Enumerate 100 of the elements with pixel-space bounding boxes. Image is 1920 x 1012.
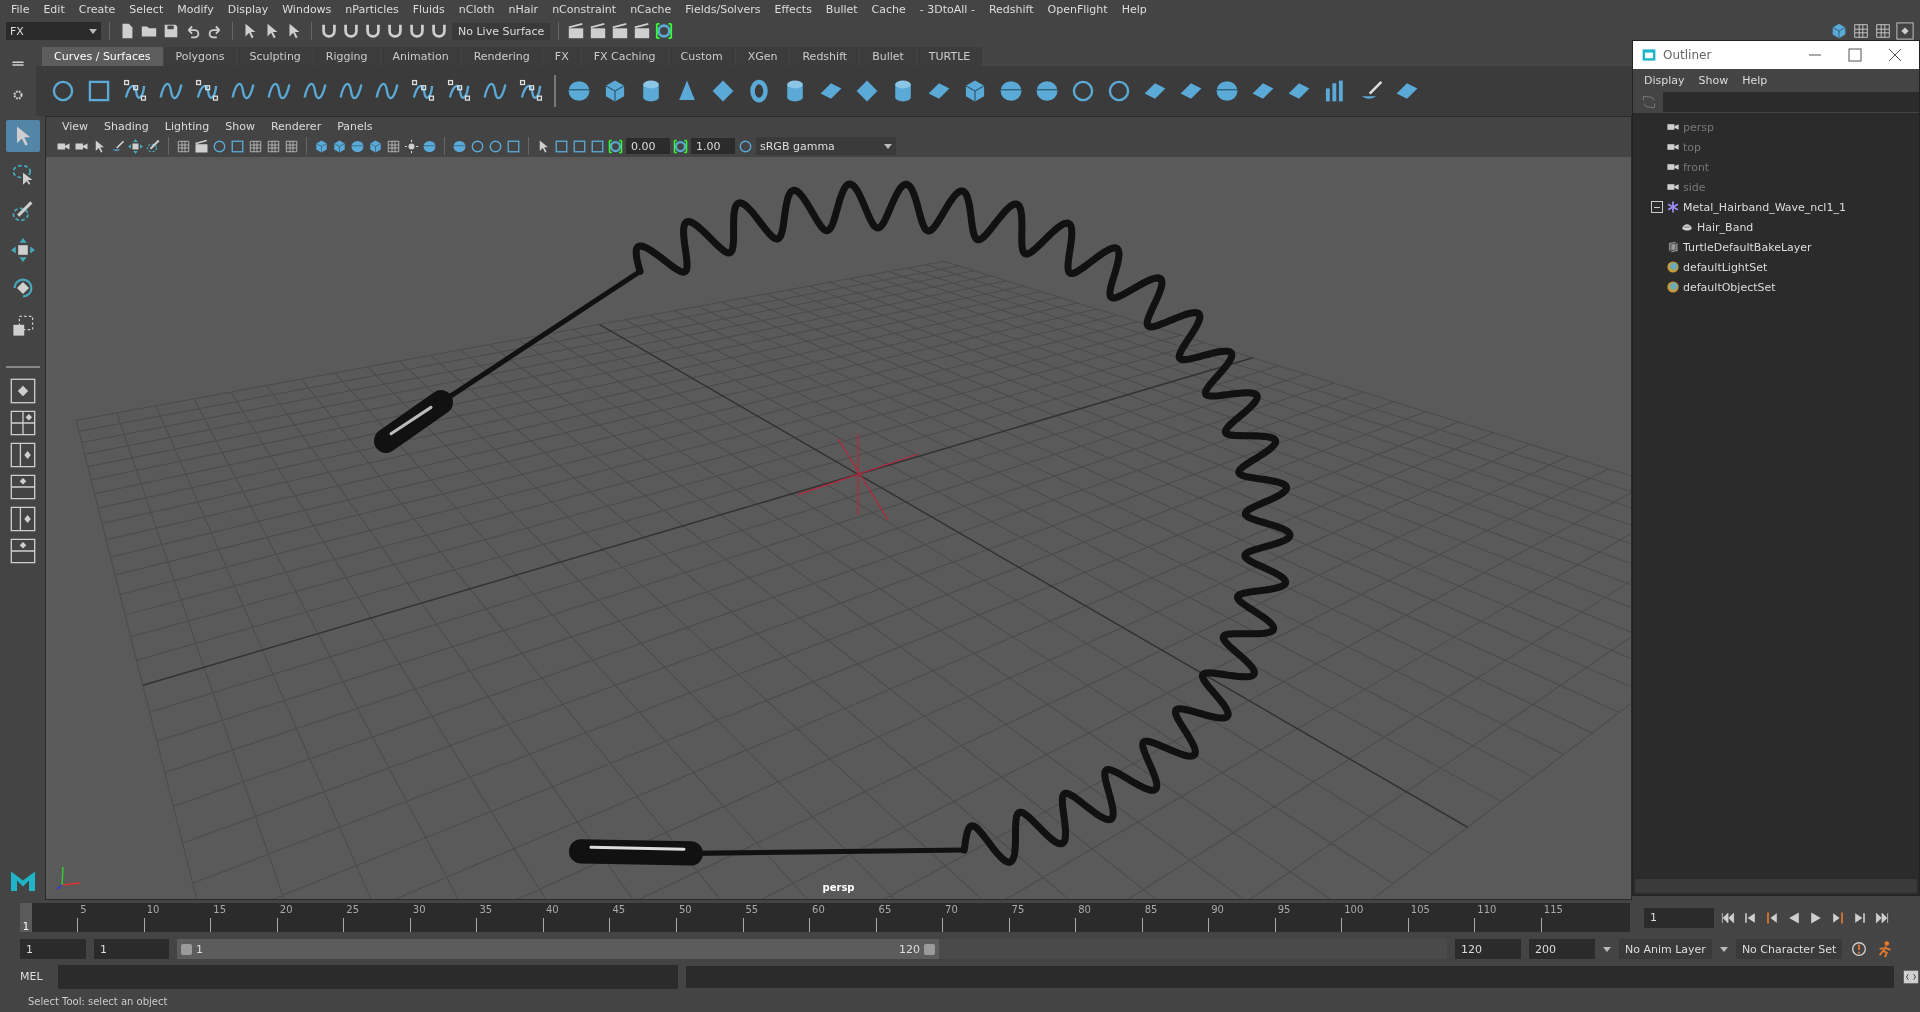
menu-set-dropdown[interactable]: FX [6, 22, 101, 40]
menu-item[interactable]: Select [122, 2, 171, 16]
sphere-icon[interactable] [422, 138, 437, 154]
shelf-tab[interactable]: TURTLE [916, 47, 983, 66]
outliner-item[interactable]: Metal_Hairband_Wave_ncl1_1 [1683, 200, 1846, 214]
live-surface-field[interactable]: No Live Surface [452, 22, 551, 40]
square-icon[interactable] [230, 138, 245, 154]
ring-icon[interactable] [608, 138, 623, 154]
clapper-icon[interactable] [633, 22, 652, 40]
grid-icon[interactable] [1852, 22, 1870, 40]
menu-item[interactable]: nHair [501, 2, 546, 16]
cube-icon[interactable] [1830, 22, 1848, 40]
circle-icon[interactable] [212, 138, 227, 154]
slider-handle[interactable] [924, 943, 935, 955]
range-slider-fill[interactable] [177, 939, 939, 959]
grid-icon[interactable] [176, 138, 191, 154]
cube-icon[interactable] [368, 138, 383, 154]
menu-item[interactable]: Fluids [405, 2, 452, 16]
move-icon[interactable] [128, 138, 143, 154]
menu-item[interactable]: nCache [623, 2, 679, 16]
character-set-dropdown[interactable]: No Character Set [1735, 939, 1843, 959]
playback-start-field[interactable]: 1 [94, 939, 169, 959]
shelf-tab[interactable]: FX [542, 47, 581, 66]
shelf-tab[interactable]: Polygons [163, 47, 237, 66]
menu-item[interactable]: OpenFlight [1040, 2, 1115, 16]
menu-item[interactable]: Display [220, 2, 276, 16]
menu-item[interactable]: Edit [36, 2, 72, 16]
magnet-icon[interactable] [364, 22, 382, 40]
start-time-field[interactable]: 1 [20, 939, 86, 959]
panel-layout-icon[interactable] [1896, 22, 1914, 40]
grid-icon[interactable] [266, 138, 281, 154]
curve-points-icon[interactable] [446, 78, 472, 104]
menu-item[interactable]: Effects [767, 2, 819, 16]
previous-key-icon[interactable] [1764, 909, 1780, 926]
slider-handle[interactable] [181, 943, 192, 955]
menu-item[interactable]: nCloth [451, 2, 502, 16]
menu-item[interactable]: Windows [275, 2, 339, 16]
shelf-tab[interactable]: Animation [380, 47, 461, 66]
playback-end-field[interactable]: 120 [1455, 939, 1521, 959]
current-frame-field[interactable]: 1 [1644, 907, 1714, 928]
range-slider[interactable]: 1 120 [177, 939, 1447, 959]
preferences-icon[interactable] [1850, 940, 1869, 958]
panel-menu-item[interactable]: Show [217, 119, 263, 133]
grid-icon[interactable] [284, 138, 299, 154]
cube-icon[interactable] [332, 138, 347, 154]
clapper-icon[interactable] [194, 138, 209, 154]
shelf-tab[interactable]: Rendering [461, 47, 542, 66]
grid-icon[interactable] [248, 138, 263, 154]
color-space-dropdown[interactable]: sRGB gamma [756, 137, 896, 155]
anim-layer-dropdown[interactable]: No Anim Layer [1619, 939, 1712, 959]
square-icon[interactable] [506, 138, 521, 154]
sphere-icon[interactable] [1034, 78, 1060, 104]
outliner-item[interactable]: defaultObjectSet [1683, 280, 1776, 294]
shelf-tab[interactable]: XGen [735, 47, 790, 66]
time-slider[interactable]: 5 10 15 20 25 30 35 40 45 50 55 60 65 70 75 80 85 90 95 100 105 110 115 1 [20, 903, 1630, 932]
diamond-icon[interactable] [710, 78, 736, 104]
command-input-field[interactable] [58, 964, 678, 989]
current-frame-marker[interactable]: 1 [20, 903, 32, 932]
curve-points-icon[interactable] [194, 78, 220, 104]
circle-icon[interactable] [470, 138, 485, 154]
outliner-item[interactable]: Hair_Band [1697, 220, 1754, 234]
next-key-icon[interactable] [1830, 909, 1846, 926]
outliner-menu-item[interactable]: Show [1691, 73, 1736, 87]
ring-icon[interactable] [655, 22, 674, 40]
exposure-field[interactable]: 0.00 [626, 138, 670, 154]
clapper-icon[interactable] [567, 22, 586, 40]
sphere-icon[interactable] [566, 78, 592, 104]
panel-menu-item[interactable]: View [54, 119, 97, 133]
outliner-item[interactable]: TurtleDefaultBakeLayer [1683, 240, 1812, 254]
panel-menu-item[interactable]: Panels [329, 119, 381, 133]
menu-item[interactable]: nParticles [338, 2, 406, 16]
collapse-toggle[interactable] [1651, 201, 1663, 213]
circle-icon[interactable] [1106, 78, 1132, 104]
outliner-menu-item[interactable]: Display [1637, 73, 1692, 87]
end-time-field[interactable]: 200 [1529, 939, 1595, 959]
panel-layout-icon[interactable] [9, 474, 36, 500]
sphere-icon[interactable] [1214, 78, 1240, 104]
menu-item[interactable]: File [4, 2, 37, 16]
panel-menu-item[interactable]: Lighting [156, 119, 218, 133]
circle-icon[interactable] [738, 138, 753, 154]
diamond-icon[interactable] [854, 78, 880, 104]
circle-icon[interactable] [488, 138, 503, 154]
magnet-icon[interactable] [408, 22, 426, 40]
square-icon[interactable] [572, 138, 587, 154]
shelf-tab[interactable]: Bullet [860, 47, 916, 66]
menu-item[interactable]: Cache [864, 2, 913, 16]
panel-layout-icon[interactable] [9, 378, 36, 404]
shelf-tab[interactable]: Curves / Surfaces [42, 47, 163, 66]
panel-layout-icon[interactable] [9, 538, 36, 564]
outliner-item[interactable]: defaultLightSet [1683, 260, 1768, 274]
settings-icon[interactable] [11, 88, 25, 102]
grid-icon[interactable] [386, 138, 401, 154]
circle-icon[interactable] [1070, 78, 1096, 104]
paint-brush-icon[interactable] [146, 138, 161, 154]
light-icon[interactable] [404, 138, 419, 154]
menu-item[interactable]: Bullet [818, 2, 865, 16]
square-icon[interactable] [554, 138, 569, 154]
magnet-icon[interactable] [320, 22, 338, 40]
clapper-icon[interactable] [589, 22, 608, 40]
menu-item[interactable]: Help [1114, 2, 1154, 16]
